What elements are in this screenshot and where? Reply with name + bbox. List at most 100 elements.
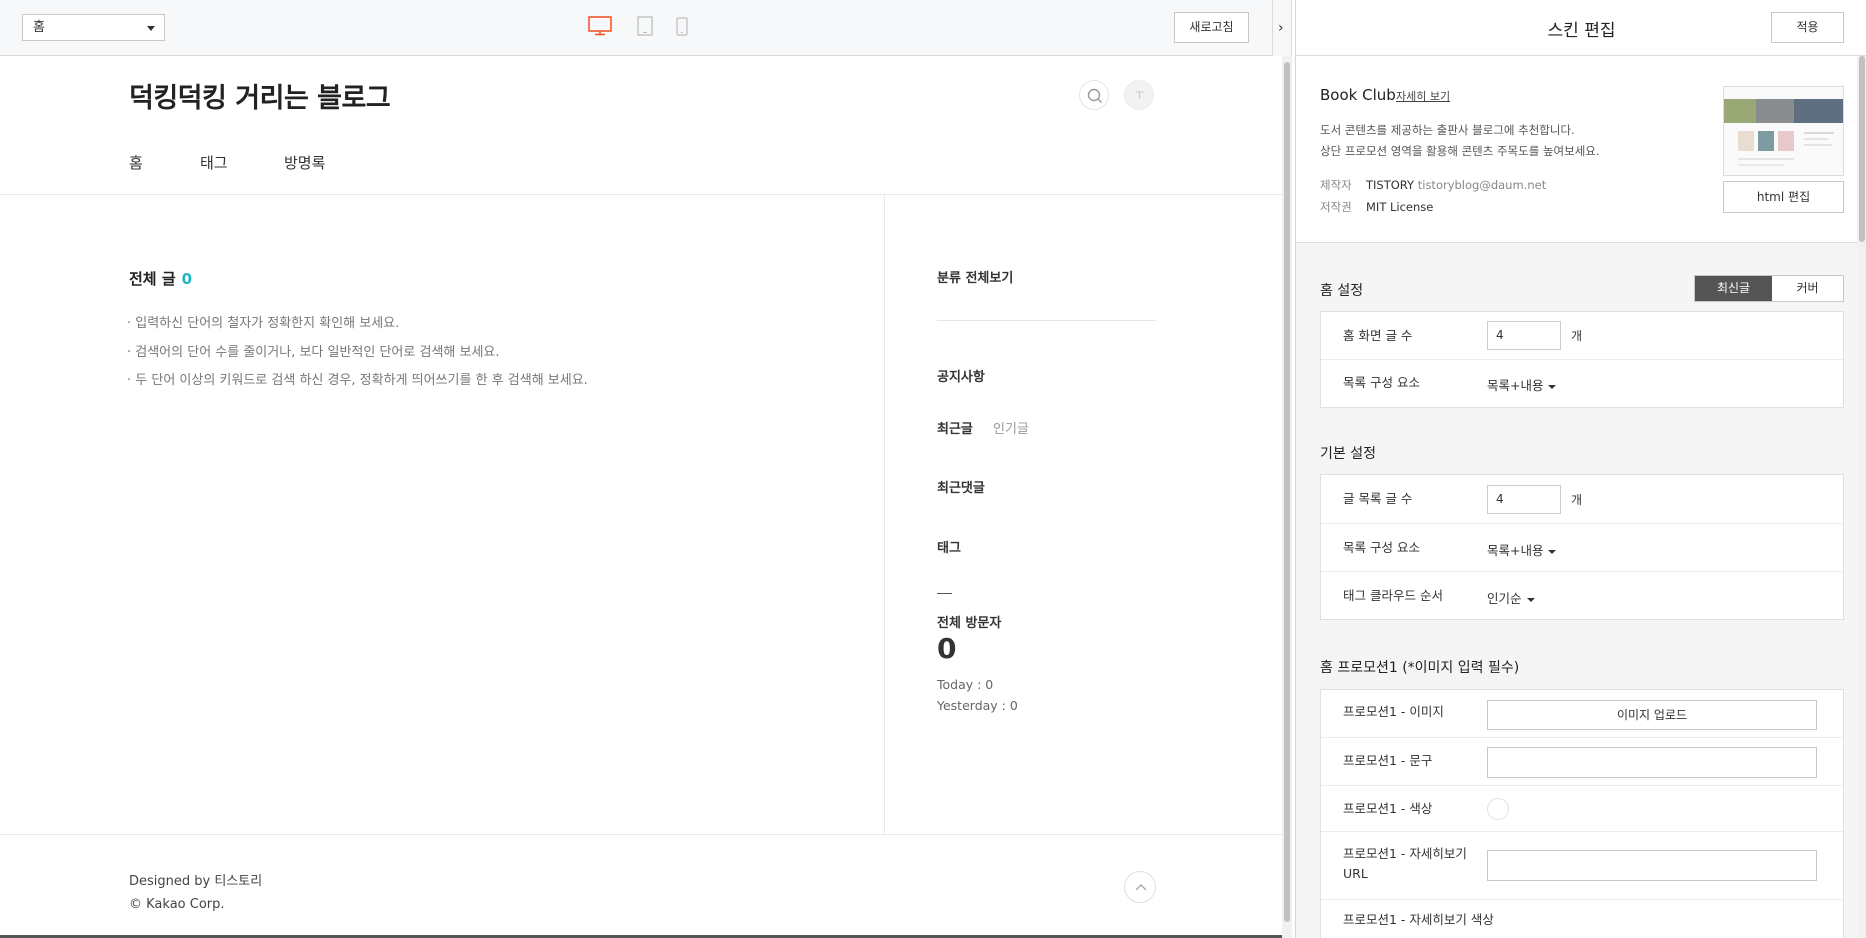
blog-user-button[interactable] — [1124, 80, 1154, 110]
home-count-label: 홈 화면 글 수 — [1343, 328, 1413, 343]
popular-posts-tab[interactable]: 인기글 — [993, 418, 1029, 437]
panel-header: 스킨 편집 적용 — [1296, 0, 1866, 56]
setting-row: 목록 구성 요소 목록+내용 — [1321, 360, 1843, 407]
blog-title[interactable]: 덕킹덕킹 거리는 블로그 — [129, 76, 391, 115]
basic-settings-title: 기본 설정 — [1320, 446, 1376, 462]
list-count-label: 글 목록 글 수 — [1343, 491, 1413, 506]
home-count-input[interactable]: 4 — [1487, 321, 1561, 350]
maker-label: 제작자 — [1320, 178, 1352, 192]
visitors-label: 전체 방문자 — [937, 616, 1002, 631]
mobile-icon[interactable] — [676, 17, 688, 40]
apply-button[interactable]: 적용 — [1771, 12, 1844, 43]
license-label: 저작권 — [1320, 200, 1352, 214]
promo-text-label: 프로모션1 - 문구 — [1343, 753, 1433, 768]
maker-value: TISTORY — [1366, 178, 1415, 192]
panel-scrollbar-thumb[interactable] — [1859, 56, 1865, 242]
chevron-down-icon — [147, 26, 155, 31]
blog-preview: 홈 새로고침 › 덕킹덕킹 거리는 블로그 홈 태그 방명록 전체 글 0 · … — [0, 0, 1292, 938]
posts-count: 0 — [181, 270, 193, 288]
posts-label: 전체 글 — [129, 270, 176, 288]
promo-url-input[interactable] — [1487, 850, 1817, 881]
tags-heading: 태그 — [937, 541, 961, 556]
toggle-latest[interactable]: 최신글 — [1695, 276, 1772, 301]
tip-item: · 입력하신 단어의 철자가 정확한지 확인해 보세요. — [127, 316, 400, 331]
image-upload-button[interactable]: 이미지 업로드 — [1487, 700, 1817, 730]
setting-row: 태그 클라우드 순서 인기순 — [1321, 572, 1843, 619]
visitors-total: 0 — [937, 632, 957, 665]
refresh-button[interactable]: 새로고침 — [1174, 12, 1249, 43]
category-all-link[interactable]: 분류 전체보기 — [937, 267, 1013, 286]
nav-item-guestbook[interactable]: 방명록 — [284, 152, 325, 173]
promo-image-label: 프로모션1 - 이미지 — [1343, 704, 1444, 719]
skin-desc-line: 상단 프로모션 영역을 활용해 콘텐츠 주목도를 높여보세요. — [1320, 144, 1600, 158]
skin-thumbnail — [1723, 86, 1844, 176]
skin-description: 도서 콘텐츠를 제공하는 출판사 블로그에 추천합니다. 상단 프로모션 영역을… — [1320, 120, 1600, 162]
license-value: MIT License — [1366, 200, 1434, 214]
recent-comments-heading: 최근댓글 — [937, 481, 985, 496]
basic-list-dropdown[interactable]: 목록+내용 — [1487, 540, 1557, 559]
skin-name: Book Club — [1320, 86, 1396, 104]
list-count-unit: 개 — [1571, 493, 1583, 507]
visitors-yesterday: Yesterday : 0 — [937, 698, 1018, 713]
promo-color-label: 프로모션1 - 색상 — [1343, 801, 1433, 816]
search-tips: · 입력하신 단어의 철자가 정확한지 확인해 보세요. · 검색어의 단어 수… — [127, 310, 588, 396]
setting-row: 프로모션1 - 자세히보기 URL — [1321, 832, 1843, 900]
basic-list-value: 목록+내용 — [1487, 543, 1544, 558]
home-list-value: 목록+내용 — [1487, 378, 1544, 393]
search-icon — [1087, 88, 1102, 103]
setting-row: 프로모션1 - 색상 — [1321, 786, 1843, 832]
setting-row: 글 목록 글 수 4 개 — [1321, 475, 1843, 524]
panel-scrollbar[interactable] — [1857, 56, 1866, 938]
tag-order-dropdown[interactable]: 인기순 — [1487, 588, 1535, 607]
promo-title: 홈 프로모션1 (*이미지 입력 필수) — [1320, 660, 1520, 676]
promo-settings-box: 프로모션1 - 이미지 이미지 업로드 프로모션1 - 문구 프로모션1 - 색… — [1320, 689, 1844, 938]
nav-item-tags[interactable]: 태그 — [200, 152, 228, 173]
toggle-cover[interactable]: 커버 — [1772, 276, 1843, 301]
basic-list-label: 목록 구성 요소 — [1343, 540, 1420, 555]
blog-search-button[interactable] — [1079, 80, 1109, 110]
skin-detail-link[interactable]: 자세히 보기 — [1396, 88, 1450, 104]
list-count-input[interactable]: 4 — [1487, 485, 1561, 514]
tablet-icon[interactable] — [637, 16, 653, 40]
nav-item-home[interactable]: 홈 — [129, 152, 143, 173]
setting-row: 홈 화면 글 수 4 개 — [1321, 312, 1843, 360]
maker-email: tistoryblog@daum.net — [1417, 178, 1547, 192]
home-settings-box: 홈 화면 글 수 4 개 목록 구성 요소 목록+내용 — [1320, 311, 1844, 408]
home-mode-toggle: 최신글 커버 — [1694, 275, 1844, 302]
visitors-today: Today : 0 — [937, 677, 994, 692]
notice-heading: 공지사항 — [937, 370, 985, 385]
tag-order-value: 인기순 — [1487, 591, 1522, 606]
chevron-right-icon: › — [1278, 20, 1284, 36]
home-list-dropdown[interactable]: 목록+내용 — [1487, 375, 1557, 394]
tip-item: · 두 단어 이상의 키워드로 검색 하신 경우, 정확하게 띄어쓰기를 한 후… — [127, 373, 588, 388]
promo-text-input[interactable] — [1487, 747, 1817, 778]
page-select[interactable]: 홈 — [22, 14, 165, 41]
home-count-unit: 개 — [1571, 329, 1583, 343]
footer-designed-by: Designed by 티스토리 — [129, 874, 263, 889]
user-icon — [1135, 91, 1144, 99]
html-edit-button[interactable]: html 편집 — [1723, 181, 1844, 213]
setting-row: 프로모션1 - 문구 — [1321, 738, 1843, 786]
promo-color-picker[interactable] — [1487, 798, 1509, 820]
divider — [937, 320, 1156, 321]
caret-down-icon — [1526, 597, 1535, 602]
scroll-top-button[interactable] — [1124, 871, 1156, 903]
promo-btn-color-label: 프로모션1 - 자세히보기 색상 — [1343, 912, 1494, 927]
divider — [937, 593, 952, 594]
collapse-panel-button[interactable]: › — [1272, 0, 1292, 56]
tag-order-label: 태그 클라우드 순서 — [1343, 588, 1443, 603]
posts-heading: 전체 글 0 — [129, 268, 192, 289]
caret-down-icon — [1548, 549, 1557, 554]
footer-copyright: © Kakao Corp. — [129, 897, 225, 912]
preview-scrollbar[interactable] — [1282, 56, 1292, 938]
divider — [0, 194, 1282, 195]
desktop-icon[interactable] — [588, 16, 612, 40]
preview-scrollbar-thumb[interactable] — [1284, 62, 1290, 922]
basic-settings-box: 글 목록 글 수 4 개 목록 구성 요소 목록+내용 태그 클라우드 순서 인… — [1320, 474, 1844, 620]
caret-down-icon — [1548, 384, 1557, 389]
setting-row: 프로모션1 - 이미지 이미지 업로드 — [1321, 690, 1843, 738]
skin-desc-line: 도서 콘텐츠를 제공하는 출판사 블로그에 추천합니다. — [1320, 123, 1575, 137]
recent-posts-tab[interactable]: 최근글 — [937, 418, 973, 437]
tip-item: · 검색어의 단어 수를 줄이거나, 보다 일반적인 단어로 검색해 보세요. — [127, 344, 500, 360]
home-settings-title: 홈 설정 — [1320, 283, 1364, 299]
